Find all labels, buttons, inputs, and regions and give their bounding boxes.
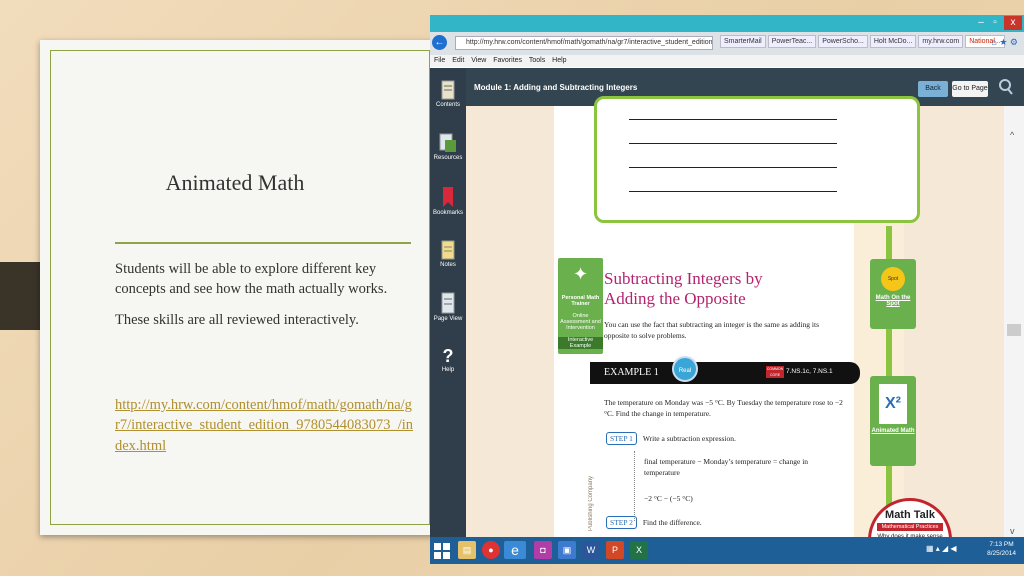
example-header: EXAMPLE 1 Real World COMMON CORE 7.NS.1c… [590, 356, 860, 400]
real-world-icon: Real World [672, 356, 698, 400]
resources-icon [439, 133, 456, 152]
slide-divider [115, 242, 411, 244]
publisher-credit: Publishing Company [588, 476, 594, 532]
windows-taskbar: ▤ ● e ◘ ▣ W P X ▦ ▴ ◢ ◀ 7:13 PM 8/25/201… [430, 537, 1024, 564]
slide-panel: Animated Math Students will be able to e… [40, 40, 440, 535]
taskbar-clock[interactable]: 7:13 PM 8/25/2014 [987, 540, 1016, 558]
scrollbar[interactable]: ^ v [1004, 106, 1024, 537]
step-1-text: Write a subtraction expression. [642, 434, 736, 443]
step-divider [634, 451, 635, 521]
slide-paragraph-1: Students will be able to explore differe… [115, 261, 388, 297]
sidebar-notes[interactable]: Notes [430, 238, 466, 268]
section-text: You can use the fact that subtracting an… [604, 320, 820, 340]
sidebar-page-view[interactable]: Page View [430, 292, 466, 322]
tab-powerteacher[interactable]: PowerTeac... [767, 35, 817, 48]
scroll-down-icon: v [1010, 526, 1015, 536]
answer-line[interactable] [629, 119, 837, 120]
window-titlebar: – ▫ x [430, 15, 1024, 32]
example-label: EXAMPLE 1 [604, 367, 659, 378]
slide-title: Animated Math [165, 170, 305, 195]
windows-start-icon[interactable] [434, 543, 450, 559]
internet-explorer-icon[interactable]: e [504, 541, 526, 559]
step-2: STEP 2 Find the difference. [606, 516, 702, 529]
step-2-label: STEP 2 [606, 516, 637, 529]
answer-line[interactable] [629, 167, 837, 168]
chrome-icon[interactable]: ● [482, 541, 500, 559]
sidebar-help[interactable]: ? Help [430, 346, 466, 373]
browser-tabs: SmarterMail PowerTeac... PowerScho... Ho… [720, 35, 1005, 48]
module-title: Module 1: Adding and Subtracting Integer… [474, 83, 638, 92]
menu-help[interactable]: Help [552, 57, 566, 64]
clock-time: 7:13 PM [989, 541, 1014, 548]
sidebar-bookmarks[interactable]: Bookmarks [430, 186, 466, 216]
example-standards: 7.NS.1c, 7.NS.1 [786, 368, 833, 375]
slide-paragraph-2: These skills are all reviewed interactiv… [115, 312, 359, 329]
animated-math-button[interactable]: X² Animated Math [870, 376, 916, 466]
close-button[interactable]: x [1004, 16, 1022, 30]
slide-link[interactable]: http://my.hrw.com/content/hmof/math/goma… [115, 395, 415, 456]
maximize-button[interactable]: ▫ [988, 16, 1002, 30]
math-on-spot-icon: Spot [881, 267, 905, 291]
step-1: STEP 1 Write a subtraction expression. [606, 432, 736, 445]
go-to-page-button[interactable]: Go to Page [952, 81, 988, 97]
page-view-icon [441, 292, 455, 314]
file-explorer-icon[interactable]: ▤ [458, 541, 476, 559]
photos-icon[interactable]: ▣ [558, 541, 576, 559]
personal-math-trainer-button[interactable]: ✦ Personal Math Trainer Online Assessmen… [558, 258, 603, 354]
tab-holt[interactable]: Holt McDo... [869, 35, 917, 48]
help-icon: ? [442, 346, 454, 366]
step-2-text: Find the difference. [642, 518, 702, 527]
menu-bar: File Edit View Favorites Tools Help [430, 55, 1024, 67]
camera-icon[interactable]: ◘ [534, 541, 552, 559]
clock-date: 8/25/2014 [987, 550, 1016, 558]
math-on-the-spot-button[interactable]: Spot Math On the Spot [870, 259, 916, 329]
menu-view[interactable]: View [471, 57, 486, 64]
address-bar-row: ← http://my.hrw.com/content/hmof/math/go… [430, 32, 1024, 55]
scroll-thumb [1007, 324, 1021, 336]
scroll-up-icon: ^ [1010, 130, 1015, 140]
menu-tools[interactable]: Tools [529, 57, 545, 64]
step-1-equation: final temperature − Monday’s temperature… [644, 457, 809, 477]
back-button[interactable]: Back [918, 81, 948, 97]
powerpoint-icon[interactable]: P [606, 541, 624, 559]
system-tray-icons[interactable]: ▦ ▴ ◢ ◀ [926, 544, 957, 553]
sidebar-resources[interactable]: Resources [430, 133, 466, 161]
contents-icon [441, 80, 455, 100]
browser-screenshot: – ▫ x ← http://my.hrw.com/content/hmof/m… [430, 15, 1024, 564]
minimize-button[interactable]: – [974, 16, 988, 30]
back-arrow-icon[interactable]: ← [432, 35, 447, 50]
example-text: The temperature on Monday was −5 °C. By … [604, 398, 843, 419]
bookmark-icon [443, 187, 453, 207]
trainer-icon: ✦ [572, 264, 589, 284]
app-sidebar: Contents Resources Bookmarks Notes Page … [430, 68, 466, 552]
tab-smartermail[interactable]: SmarterMail [720, 35, 766, 48]
notes-icon [441, 240, 455, 260]
menu-edit[interactable]: Edit [452, 57, 464, 64]
animated-math-icon: X² [879, 384, 907, 424]
step-1-label: STEP 1 [606, 432, 637, 445]
answer-line[interactable] [629, 143, 837, 144]
tab-myhrw[interactable]: my.hrw.com [918, 35, 964, 48]
menu-file[interactable]: File [434, 57, 445, 64]
sidebar-contents[interactable]: Contents [430, 80, 466, 108]
home-star-gear-icons[interactable]: ⌂ ★ ⚙ [991, 37, 1018, 48]
menu-favorites[interactable]: Favorites [493, 57, 522, 64]
section-title: Subtracting Integers by Adding the Oppos… [604, 269, 763, 308]
search-icon[interactable] [998, 78, 1014, 96]
answer-box [594, 96, 920, 223]
tab-powerschool[interactable]: PowerScho... [818, 35, 868, 48]
common-core-badge: COMMON CORE [766, 366, 784, 378]
word-icon[interactable]: W [582, 541, 600, 559]
excel-icon[interactable]: X [630, 541, 648, 559]
slide-body: Students will be able to explore differe… [115, 260, 415, 343]
ebook-content: ✦ Personal Math Trainer Online Assessmen… [466, 96, 1024, 564]
step-1-expression: −2 °C − (−5 °C) [644, 494, 693, 503]
url-field[interactable]: http://my.hrw.com/content/hmof/math/goma… [455, 36, 713, 50]
answer-line[interactable] [629, 191, 837, 192]
